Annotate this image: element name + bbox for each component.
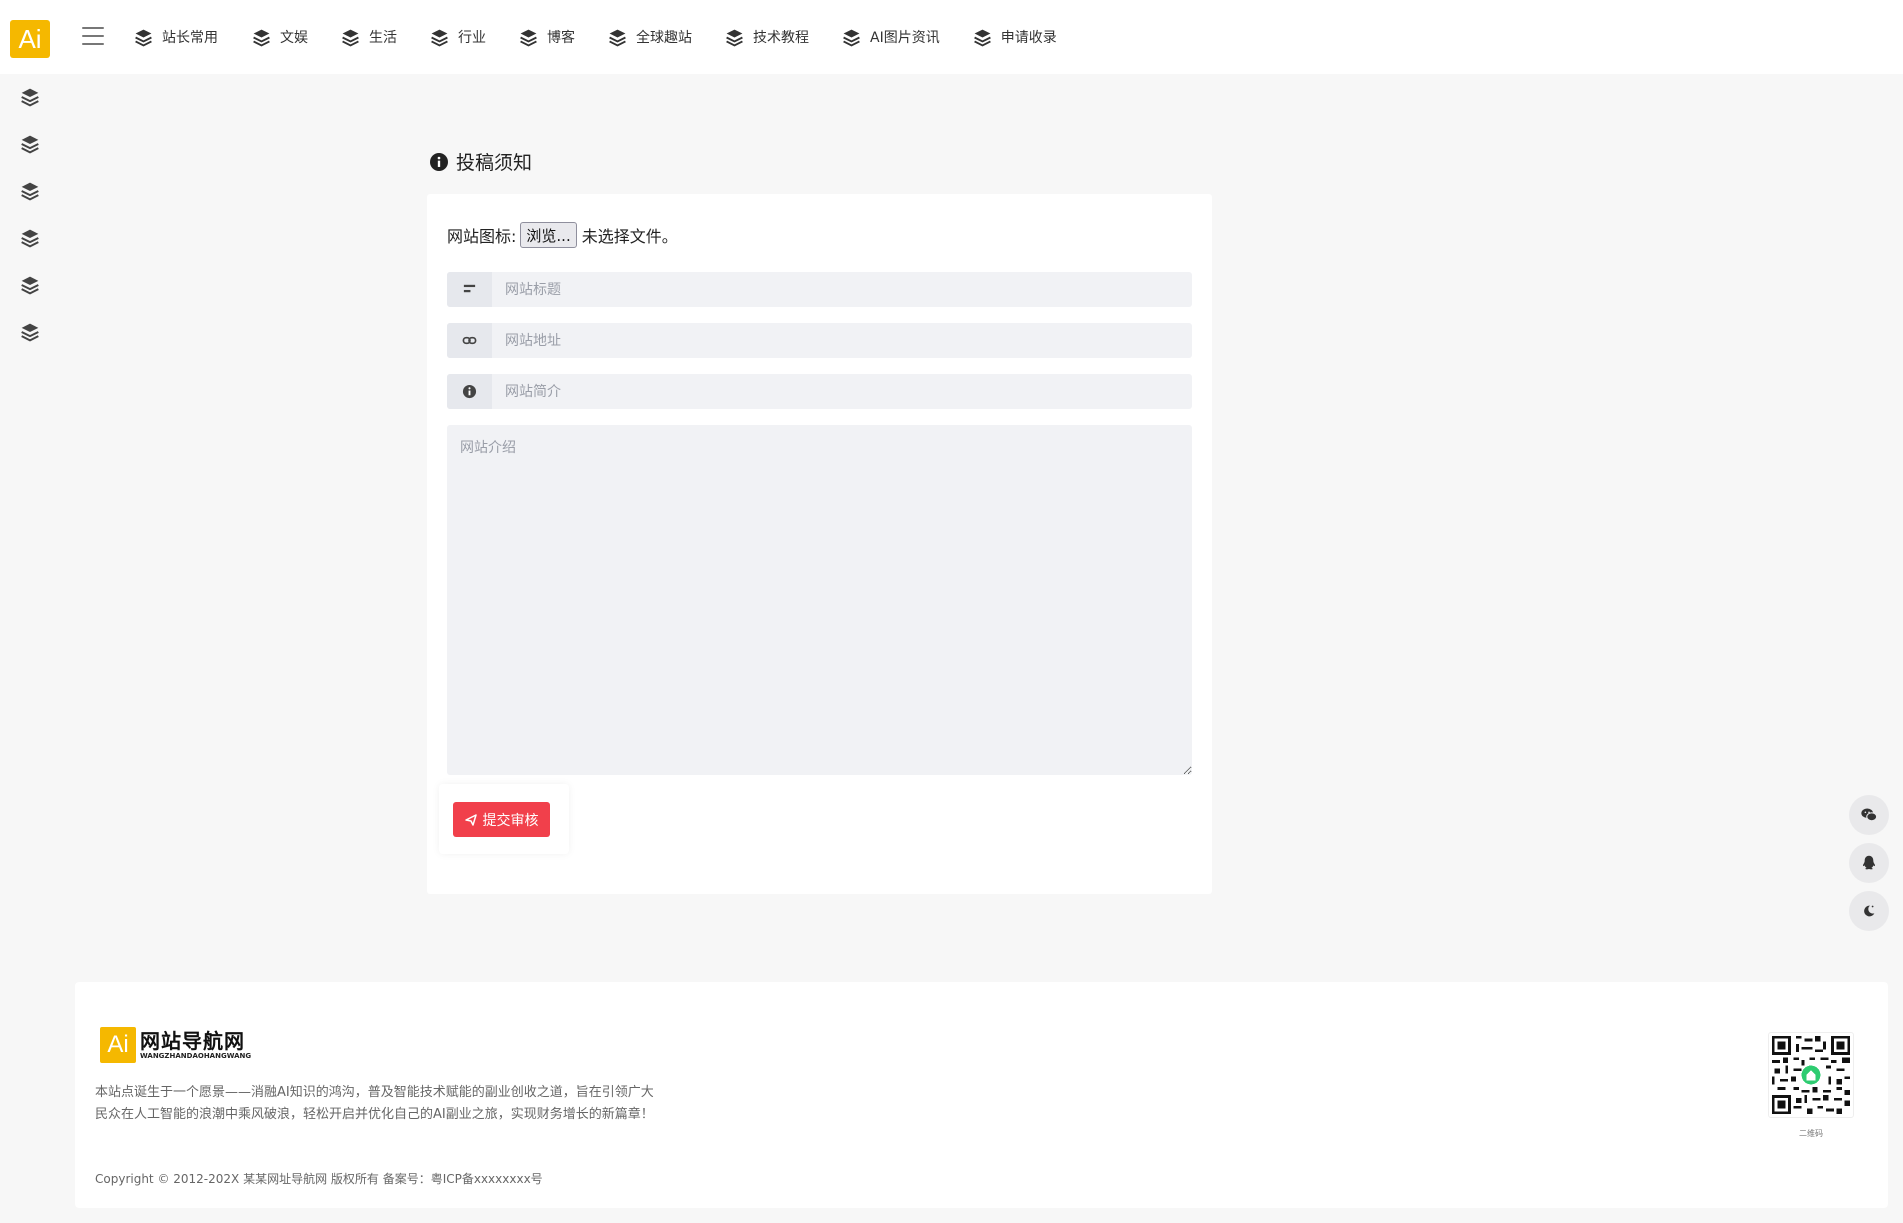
top-header: Ai 站长常用 文娱 生活 行业 博客 全球趣站 技术教程 AI图片资讯 申请收… [0, 0, 1903, 74]
nav-label: 文娱 [280, 30, 308, 46]
top-nav: 站长常用 文娱 生活 行业 博客 全球趣站 技术教程 AI图片资讯 申请收录 [134, 0, 1057, 74]
site-footer: Ai 网站导航网 WANGZHANDAOHANGWANG 本站点诞生于一个愿景—… [75, 982, 1888, 1208]
site-url-input[interactable] [492, 323, 1192, 358]
submission-form-card: 网站图标: 浏览... 未选择文件。 提交审核 [427, 194, 1212, 894]
nav-label: 行业 [458, 30, 486, 46]
layers-icon[interactable] [20, 228, 40, 248]
nav-label: 全球趣站 [636, 30, 692, 46]
browse-button[interactable]: 浏览... [520, 222, 577, 248]
page-title: 投稿须知 [430, 148, 532, 175]
layers-icon[interactable] [20, 181, 40, 201]
title-addon [447, 272, 492, 307]
nav-label: 站长常用 [162, 30, 218, 46]
layers-icon [843, 29, 860, 46]
nav-label: 技术教程 [753, 30, 809, 46]
footer-copyright: Copyright © 2012-202X 某某网址导航网 版权所有 备案号：粤… [95, 1172, 543, 1186]
nav-label: 申请收录 [1000, 30, 1057, 46]
menu-toggle-button[interactable] [82, 27, 104, 47]
theme-toggle-button[interactable] [1849, 891, 1889, 931]
qr-code [1768, 1032, 1854, 1118]
footer-description: 本站点诞生于一个愿景——消融AI知识的鸿沟，普及智能技术赋能的副业创收之道，旨在… [95, 1085, 654, 1122]
footer-logo-text: 网站导航网 WANGZHANDAOHANGWANG [140, 1030, 251, 1061]
paper-plane-icon [464, 813, 477, 826]
nav-label: AI图片资讯 [870, 30, 940, 46]
layers-icon [609, 29, 626, 46]
footer-logo[interactable]: Ai 网站导航网 WANGZHANDAOHANGWANG [100, 1027, 251, 1063]
footer-logo-mark: Ai [100, 1027, 136, 1063]
layers-icon[interactable] [20, 134, 40, 154]
file-label: 网站图标: [447, 227, 517, 246]
layers-icon [253, 29, 270, 46]
info-icon [430, 152, 448, 171]
summary-addon [447, 374, 492, 409]
layers-icon[interactable] [20, 275, 40, 295]
theme-toggle-icon [1864, 905, 1875, 917]
hamburger-icon-bar [82, 35, 104, 37]
nav-item-tutorials[interactable]: 技术教程 [725, 27, 809, 47]
site-intro-textarea[interactable] [447, 425, 1192, 775]
nav-item-global-sites[interactable]: 全球趣站 [608, 27, 692, 47]
nav-item-industry[interactable]: 行业 [430, 27, 486, 47]
layers-icon [520, 29, 537, 46]
layers-icon [431, 29, 448, 46]
wechat-button[interactable] [1849, 795, 1889, 835]
page-title-text: 投稿须知 [456, 152, 533, 174]
submit-review-button[interactable]: 提交审核 [453, 802, 550, 837]
nav-label: 博客 [547, 30, 575, 46]
layers-icon [973, 29, 991, 46]
qq-button[interactable] [1849, 843, 1889, 883]
submit-label: 提交审核 [482, 812, 539, 829]
nav-item-life[interactable]: 生活 [341, 27, 397, 47]
footer-logo-cn: 网站导航网 [140, 1028, 245, 1053]
nav-item-ai-news[interactable]: AI图片资讯 [842, 27, 940, 47]
site-icon-upload: 网站图标: 浏览... 未选择文件。 [447, 222, 678, 248]
hamburger-icon-bar [82, 43, 104, 45]
site-summary-group [447, 374, 1192, 409]
nav-item-blog[interactable]: 博客 [519, 27, 575, 47]
nav-item-station[interactable]: 站长常用 [134, 27, 218, 47]
qr-label: 二维码 [1799, 1129, 1823, 1138]
layers-icon [342, 29, 359, 46]
footer-logo-en: WANGZHANDAOHANGWANG [140, 1051, 252, 1060]
nav-item-apply[interactable]: 申请收录 [973, 27, 1057, 47]
qq-icon [1862, 855, 1876, 870]
submit-area: 提交审核 [439, 784, 569, 854]
site-logo[interactable]: Ai [10, 20, 50, 58]
url-addon [447, 323, 492, 358]
info-icon [462, 384, 477, 399]
hamburger-icon-bar [82, 27, 104, 29]
site-summary-input[interactable] [492, 374, 1192, 409]
site-url-group [447, 323, 1192, 358]
site-title-group [447, 272, 1192, 307]
file-status: 未选择文件。 [581, 227, 678, 246]
layers-icon[interactable] [20, 87, 40, 107]
layers-icon[interactable] [20, 322, 40, 342]
site-title-input[interactable] [492, 272, 1192, 307]
link-icon [462, 336, 477, 345]
wechat-icon [1861, 808, 1878, 822]
qr-code-icon [1772, 1036, 1850, 1114]
nav-label: 生活 [369, 30, 397, 46]
nav-item-entertainment[interactable]: 文娱 [252, 27, 308, 47]
layers-icon [726, 29, 743, 46]
layers-icon [135, 29, 152, 46]
text-align-icon [463, 284, 476, 293]
